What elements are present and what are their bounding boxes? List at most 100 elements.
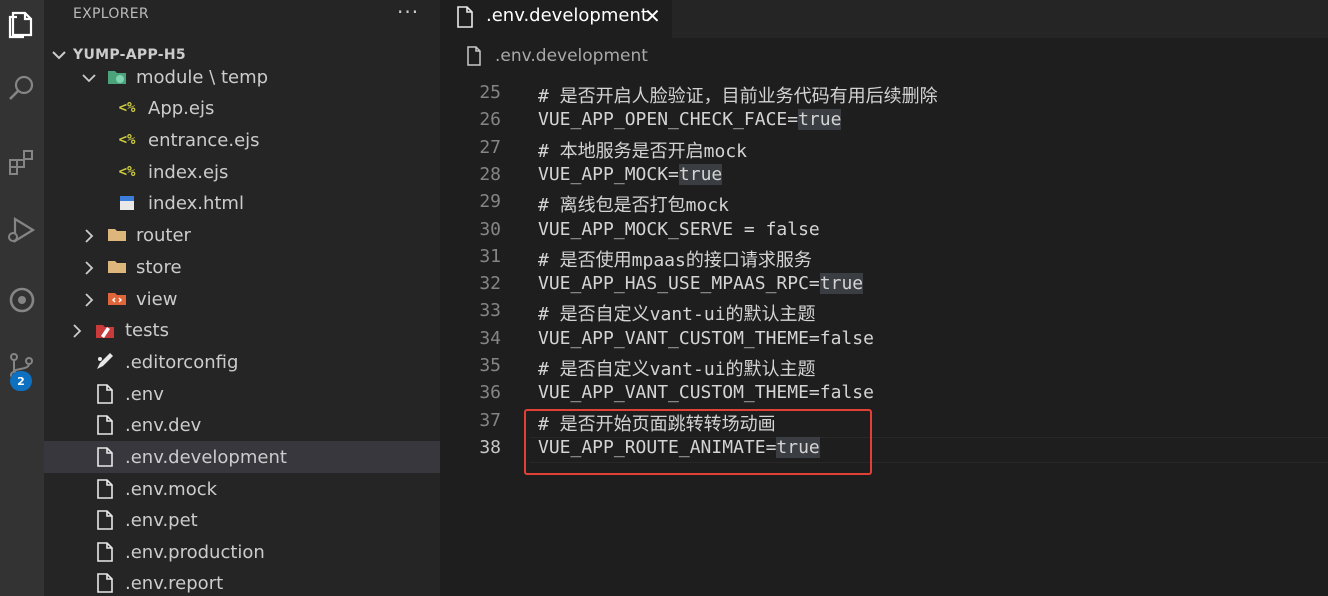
line-number: 31 (479, 245, 501, 267)
search-icon[interactable] (0, 64, 44, 112)
tree-item-env-pet[interactable]: .env.pet (44, 504, 440, 536)
file-icon (467, 46, 481, 66)
code-token: # 离线包是否打包mock (538, 195, 730, 217)
code-line[interactable]: 35 # 是否自定义vant-ui的默认主题 (440, 353, 1328, 380)
line-number: 37 (479, 409, 501, 431)
code-token: # 本地服务是否开启mock (538, 140, 748, 162)
line-number: 26 (479, 109, 501, 131)
code-line[interactable]: 32 VUE_APP_HAS_USE_MPAAS_RPC=true (440, 271, 1328, 298)
tree-item-store[interactable]: store (44, 251, 440, 283)
chevron-right-icon (85, 261, 94, 275)
tree-item-label: App.ejs (148, 98, 215, 119)
tree-item-label: view (136, 289, 178, 310)
code-token: VUE_APP_VANT_CUSTOM_THEME=false (538, 382, 874, 404)
tree-item-env-report[interactable]: .env.report (44, 567, 440, 596)
tab-env-development[interactable]: .env.development ✕ (440, 0, 672, 38)
tree-item-app-ejs[interactable]: <% App.ejs (44, 92, 440, 124)
tree-item-label: .env (125, 384, 164, 405)
tree-item-label: .editorconfig (125, 352, 239, 373)
tree-item-label: .env.mock (125, 479, 218, 500)
files-icon[interactable] (0, 0, 44, 48)
line-number: 32 (479, 273, 501, 295)
code-line[interactable]: 33 # 是否自定义vant-ui的默认主题 (440, 298, 1328, 325)
file-icon (94, 384, 116, 404)
close-icon[interactable]: ✕ (644, 4, 661, 28)
annotation-highlight-box (524, 409, 872, 475)
tree-item-editorconfig[interactable]: .editorconfig (44, 346, 440, 378)
code-token: VUE_APP_MOCK= (538, 163, 679, 185)
line-text: # 是否使用mpaas的接口请求服务 (538, 246, 812, 272)
tree-item-label: module \ temp (136, 67, 269, 88)
tree-item-label: router (136, 225, 191, 246)
selection-highlight: true (678, 163, 723, 185)
file-icon (94, 542, 116, 562)
tree-item-env-mock[interactable]: .env.mock (44, 473, 440, 505)
scm-badge: 2 (10, 371, 32, 391)
line-number: 30 (479, 218, 501, 240)
run-debug-icon[interactable] (0, 206, 44, 254)
tree-item-index-html[interactable]: index.html (44, 187, 440, 219)
ejs-file-icon: <% (118, 164, 136, 180)
remote-icon[interactable] (0, 276, 44, 324)
view-folder-icon (106, 289, 128, 309)
special-folder-icon (106, 67, 128, 87)
code-line[interactable]: 29 # 离线包是否打包mock (440, 189, 1328, 216)
tests-folder-icon (94, 320, 116, 340)
tree-item-entrance-ejs[interactable]: <% entrance.ejs (44, 124, 440, 156)
code-line[interactable]: 25 # 是否开启人脸验证，目前业务代码有用后续删除 (440, 80, 1328, 107)
code-line[interactable]: 36 VUE_APP_VANT_CUSTOM_THEME=false (440, 380, 1328, 407)
tree-item-env-production[interactable]: .env.production (44, 536, 440, 568)
activity-bar: 2 (0, 0, 44, 596)
code-line[interactable]: 28 VUE_APP_MOCK=true (440, 162, 1328, 189)
line-text: VUE_APP_VANT_CUSTOM_THEME=false (538, 382, 874, 403)
chevron-down-icon (82, 74, 96, 83)
file-icon (94, 573, 116, 593)
code-line[interactable]: 34 VUE_APP_VANT_CUSTOM_THEME=false (440, 326, 1328, 353)
code-token: # 是否自定义vant-ui的默认主题 (538, 359, 816, 380)
tree-item-tests[interactable]: tests (44, 314, 440, 346)
folder-icon (106, 225, 128, 245)
line-number: 33 (479, 300, 501, 322)
selection-highlight: true (798, 109, 842, 131)
code-editor[interactable]: 25 # 是否开启人脸验证，目前业务代码有用后续删除 26 VUE_APP_OPEN_… (440, 70, 1328, 596)
code-line[interactable]: 27 # 本地服务是否开启mock (440, 135, 1328, 162)
file-icon (457, 6, 473, 28)
file-icon (94, 510, 116, 530)
tree-item-env-dev[interactable]: .env.dev (44, 409, 440, 441)
tree-item-index-ejs[interactable]: <% index.ejs (44, 156, 440, 188)
editor-tab-bar: .env.development ✕ (440, 0, 1328, 38)
code-line[interactable]: 31 # 是否使用mpaas的接口请求服务 (440, 244, 1328, 271)
chevron-right-icon (85, 293, 94, 307)
code-token: # 是否使用mpaas的接口请求服务 (538, 249, 812, 271)
breadcrumb: .env.development (440, 38, 1328, 70)
editorconfig-icon (94, 352, 116, 372)
line-number: 29 (479, 191, 501, 213)
tree-item-env[interactable]: .env (44, 378, 440, 410)
tree-item-module-temp[interactable]: module \ temp (44, 61, 440, 93)
breadcrumb-item[interactable]: .env.development (495, 46, 648, 66)
chevron-right-icon (85, 229, 94, 243)
tab-label: .env.development (486, 5, 648, 26)
line-text: VUE_APP_MOCK=true (538, 163, 723, 185)
tree-item-label: .env.pet (125, 510, 198, 531)
ejs-file-icon: <% (118, 132, 136, 148)
tree-item-router[interactable]: router (44, 219, 440, 251)
line-text: VUE_APP_HAS_USE_MPAAS_RPC=true (538, 273, 864, 295)
more-actions-icon[interactable]: ··· (397, 0, 419, 24)
tree-item-env-development[interactable]: .env.development (44, 441, 440, 473)
tree-item-label: .env.production (125, 542, 265, 563)
code-token: # 是否开启人脸验证，目前业务代码有用后续删除 (538, 86, 938, 107)
line-number: 35 (479, 355, 501, 376)
line-text: # 是否开启人脸验证，目前业务代码有用后续删除 (538, 82, 938, 108)
tree-item-view[interactable]: view (44, 283, 440, 315)
code-line[interactable]: 26 VUE_APP_OPEN_CHECK_FACE=true (440, 107, 1328, 134)
folder-icon (106, 257, 128, 277)
extensions-icon[interactable] (0, 138, 44, 186)
explorer-sidebar: EXPLORER ··· YUMP-APP-H5 module \ temp <… (44, 0, 440, 596)
code-token: VUE_APP_VANT_CUSTOM_THEME=false (538, 327, 874, 349)
line-text: # 是否自定义vant-ui的默认主题 (538, 355, 816, 381)
code-token: VUE_APP_OPEN_CHECK_FACE= (538, 109, 799, 131)
line-number: 36 (479, 382, 501, 404)
code-line[interactable]: 30 VUE_APP_MOCK_SERVE = false (440, 217, 1328, 244)
line-number: 38 (479, 436, 501, 458)
